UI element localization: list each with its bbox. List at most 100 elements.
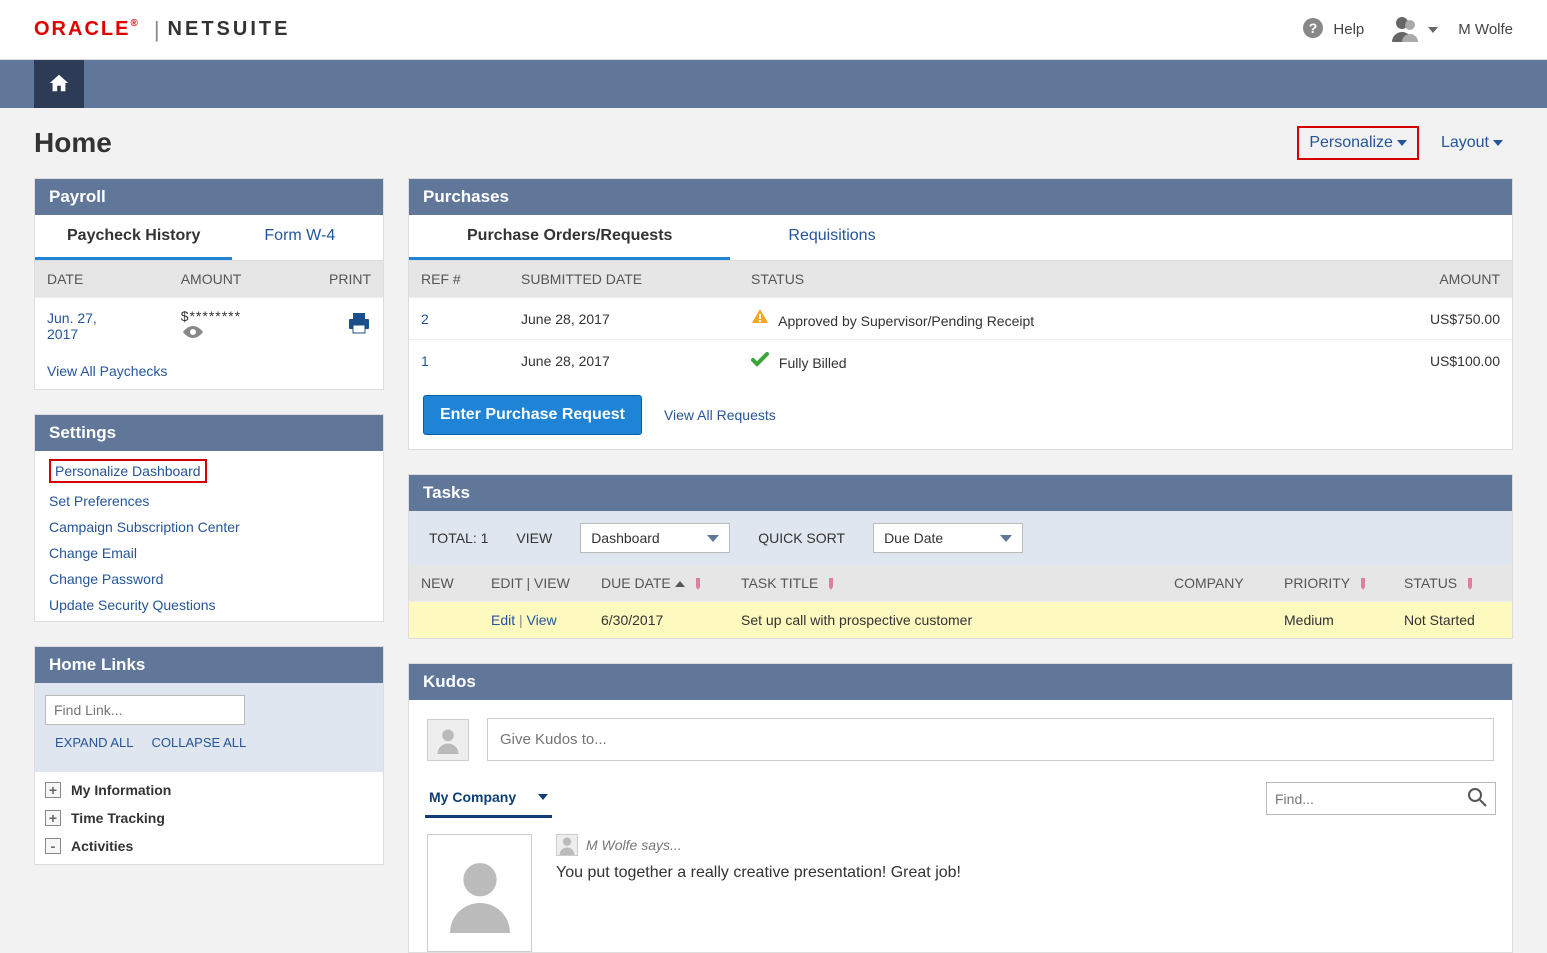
collapse-all-link[interactable]: COLLAPSE ALL <box>152 735 247 750</box>
settings-item-set-preferences[interactable]: Set Preferences <box>49 493 369 509</box>
view-select[interactable]: Dashboard <box>580 523 730 553</box>
col-title[interactable]: TASK TITLE <box>729 565 1162 602</box>
sort-asc-icon <box>675 581 685 587</box>
task-view-link[interactable]: View <box>527 612 557 628</box>
view-label: VIEW <box>516 530 552 546</box>
page-title: Home <box>34 127 112 159</box>
status-cell: Fully Billed <box>779 355 847 371</box>
task-priority-cell: Medium <box>1272 602 1392 639</box>
quicksort-label: QUICK SORT <box>758 530 845 546</box>
view-all-requests-link[interactable]: View All Requests <box>664 407 776 423</box>
nav-ribbon <box>0 60 1547 108</box>
payroll-header: Payroll <box>35 179 383 215</box>
quicksort-value: Due Date <box>884 530 943 546</box>
table-row: Jun. 27, 2017 $******** <box>35 298 383 354</box>
personalize-button[interactable]: Personalize <box>1297 126 1419 160</box>
purchases-header: Purchases <box>409 179 1512 215</box>
quicksort-select[interactable]: Due Date <box>873 523 1023 553</box>
avatar-icon <box>427 719 469 761</box>
col-amount: AMOUNT <box>1382 261 1512 298</box>
view-all-paychecks-link[interactable]: View All Paychecks <box>47 363 167 379</box>
col-new: NEW <box>409 565 479 602</box>
table-row: Edit | View 6/30/2017 Set up call with p… <box>409 602 1512 639</box>
tab-purchase-orders[interactable]: Purchase Orders/Requests <box>409 215 730 260</box>
tree-item-my-information[interactable]: + My Information <box>35 776 383 804</box>
post-message: You put together a really creative prese… <box>556 864 1494 882</box>
layout-button[interactable]: Layout <box>1431 128 1513 158</box>
chevron-down-icon <box>538 794 548 800</box>
layout-label: Layout <box>1441 134 1489 152</box>
col-due[interactable]: DUE DATE <box>589 565 729 602</box>
submitted-cell: June 28, 2017 <box>509 340 739 382</box>
search-icon[interactable] <box>1467 787 1487 810</box>
expand-icon[interactable]: + <box>45 782 61 798</box>
total-label: TOTAL: <box>429 530 477 546</box>
pencil-icon <box>1465 577 1475 591</box>
expand-all-link[interactable]: EXPAND ALL <box>55 735 134 750</box>
topbar: ORACLE® | NETSUITE ? Help M Wolfe <box>0 0 1547 60</box>
task-due-cell: 6/30/2017 <box>589 602 729 639</box>
col-status[interactable]: STATUS <box>1392 565 1512 602</box>
chevron-down-icon <box>1428 27 1438 33</box>
task-title-cell: Set up call with prospective customer <box>729 602 1162 639</box>
pencil-icon <box>1358 577 1368 591</box>
nav-home-button[interactable] <box>34 60 84 108</box>
settings-item-campaign-subscription[interactable]: Campaign Subscription Center <box>49 519 369 535</box>
logo-netsuite: NETSUITE <box>168 18 291 41</box>
settings-item-update-security-questions[interactable]: Update Security Questions <box>49 597 369 613</box>
homelinks-header: Home Links <box>35 647 383 683</box>
paycheck-date-link[interactable]: Jun. 27, 2017 <box>47 310 117 342</box>
ref-link[interactable]: 2 <box>421 311 429 327</box>
kudos-find-input[interactable] <box>1275 791 1467 807</box>
post-author: M Wolfe <box>586 837 637 853</box>
help-button[interactable]: ? Help <box>1301 16 1364 44</box>
tab-form-w4[interactable]: Form W-4 <box>232 215 367 260</box>
pencil-icon <box>826 577 836 591</box>
avatar-icon <box>556 834 578 856</box>
collapse-icon[interactable]: - <box>45 838 61 854</box>
tab-requisitions[interactable]: Requisitions <box>730 215 933 260</box>
purchases-portlet: Purchases Purchase Orders/Requests Requi… <box>408 178 1513 450</box>
check-icon <box>751 350 769 368</box>
settings-item-change-email[interactable]: Change Email <box>49 545 369 561</box>
tree-item-time-tracking[interactable]: + Time Tracking <box>35 804 383 832</box>
tasks-header: Tasks <box>409 475 1512 511</box>
tree-item-activities[interactable]: - Activities <box>35 832 383 860</box>
status-cell: Approved by Supervisor/Pending Receipt <box>778 313 1034 329</box>
settings-item-change-password[interactable]: Change Password <box>49 571 369 587</box>
tab-paycheck-history[interactable]: Paycheck History <box>35 215 232 260</box>
personalize-label: Personalize <box>1309 134 1393 152</box>
ref-link[interactable]: 1 <box>421 353 429 369</box>
home-icon <box>48 72 70 97</box>
task-edit-link[interactable]: Edit <box>491 612 515 628</box>
username: M Wolfe <box>1458 21 1513 38</box>
chevron-down-icon <box>1000 535 1012 542</box>
find-link-input[interactable] <box>45 695 245 725</box>
kudos-find-box[interactable] <box>1266 782 1496 815</box>
pencil-icon <box>693 577 703 591</box>
table-row: 1 June 28, 2017 Fully Billed US$100.00 <box>409 340 1512 382</box>
col-priority[interactable]: PRIORITY <box>1272 565 1392 602</box>
help-icon: ? <box>1301 16 1325 44</box>
chevron-down-icon <box>707 535 719 542</box>
tree-label: Time Tracking <box>71 810 165 826</box>
enter-purchase-request-button[interactable]: Enter Purchase Request <box>423 395 642 435</box>
col-date: DATE <box>35 261 169 298</box>
reveal-icon[interactable] <box>181 327 205 343</box>
settings-item-personalize-dashboard[interactable]: Personalize Dashboard <box>49 459 207 483</box>
payroll-portlet: Payroll Paycheck History Form W-4 DATE A… <box>34 178 384 390</box>
warning-icon <box>751 308 769 326</box>
expand-icon[interactable]: + <box>45 810 61 826</box>
help-label: Help <box>1333 21 1364 38</box>
avatar-icon <box>1388 14 1420 46</box>
print-icon[interactable] <box>347 322 371 338</box>
tree-label: Activities <box>71 838 133 854</box>
paycheck-amount: $******** <box>181 308 241 324</box>
task-company-cell <box>1162 602 1272 639</box>
kudos-filter-mycompany[interactable]: My Company <box>425 779 552 818</box>
user-menu[interactable]: M Wolfe <box>1388 14 1513 46</box>
homelinks-portlet: Home Links EXPAND ALL COLLAPSE ALL + My … <box>34 646 384 865</box>
logo-divider: | <box>154 17 160 43</box>
kudos-input[interactable] <box>487 718 1494 761</box>
view-value: Dashboard <box>591 530 660 546</box>
